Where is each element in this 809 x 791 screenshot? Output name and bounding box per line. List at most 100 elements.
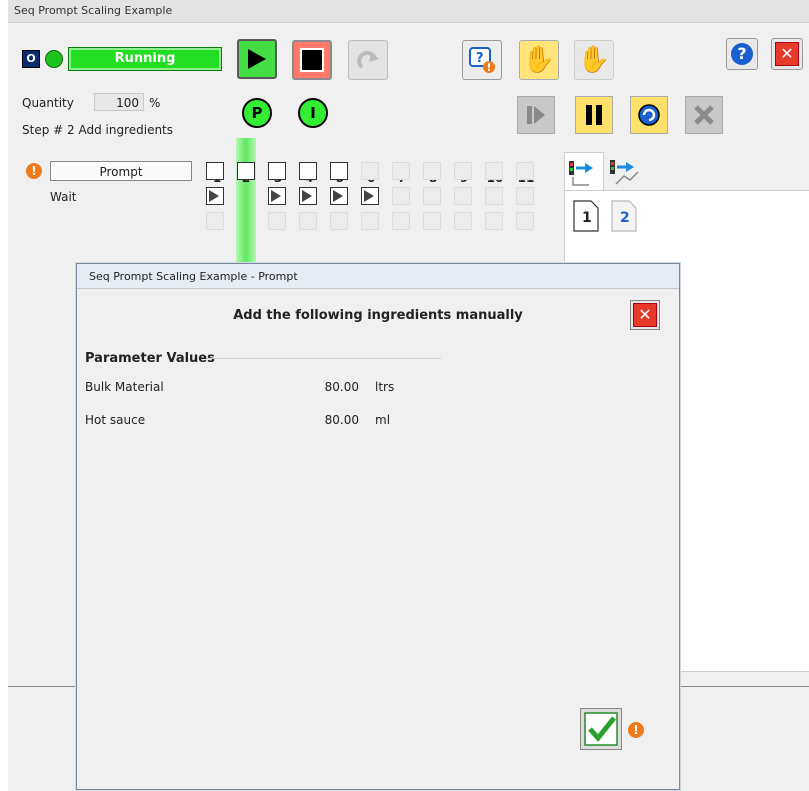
param-unit: ml bbox=[375, 413, 391, 427]
transition-cell[interactable] bbox=[361, 187, 379, 205]
section-divider bbox=[207, 358, 441, 359]
param-row: Hot sauce 80.00 ml bbox=[85, 413, 445, 431]
section-header: Parameter Values bbox=[85, 351, 215, 366]
stop-button[interactable] bbox=[292, 40, 332, 80]
page-2-label: 2 bbox=[620, 210, 630, 226]
prompt-dialog: Seq Prompt Scaling Example - Prompt Add … bbox=[76, 263, 680, 790]
window-close-button[interactable]: ✕ bbox=[771, 38, 803, 70]
stop-icon bbox=[300, 48, 324, 72]
hand-icon: ✋ bbox=[522, 45, 556, 75]
close-icon: ✕ bbox=[775, 42, 799, 66]
resume-button[interactable] bbox=[630, 96, 668, 134]
transition-icon bbox=[302, 190, 312, 202]
confirm-button[interactable] bbox=[580, 708, 622, 750]
step-cell[interactable] bbox=[206, 162, 224, 180]
dialog-title-bar: Seq Prompt Scaling Example - Prompt bbox=[77, 264, 679, 289]
status-dot bbox=[45, 50, 63, 68]
abort-icon bbox=[694, 105, 714, 125]
redo-icon bbox=[357, 51, 379, 69]
page-1-label: 1 bbox=[582, 210, 592, 226]
pause-icon bbox=[586, 105, 602, 125]
transition-cell[interactable] bbox=[268, 187, 286, 205]
step-cell bbox=[423, 212, 441, 230]
help-icon: ? bbox=[731, 43, 753, 65]
transition-icon bbox=[209, 190, 219, 202]
transition-cell[interactable] bbox=[330, 187, 348, 205]
step-cell bbox=[454, 187, 472, 205]
quantity-label: Quantity bbox=[22, 96, 74, 110]
pause-button[interactable] bbox=[575, 96, 613, 134]
abort-button[interactable] bbox=[685, 96, 723, 134]
prompt-help-button[interactable]: ? bbox=[462, 40, 502, 80]
step-cell bbox=[423, 162, 441, 180]
step-forward-icon bbox=[527, 106, 545, 124]
window-title: Seq Prompt Scaling Example bbox=[14, 4, 173, 17]
help-bubble-icon: ? bbox=[469, 47, 495, 73]
step-cell bbox=[237, 187, 255, 205]
prompt-button[interactable]: Prompt bbox=[50, 161, 192, 181]
step-cell[interactable] bbox=[299, 162, 317, 180]
release-button[interactable]: ✋ bbox=[574, 40, 614, 80]
refresh-icon bbox=[638, 104, 660, 126]
step-cell bbox=[454, 162, 472, 180]
step-cell bbox=[516, 162, 534, 180]
help-button[interactable]: ? bbox=[726, 38, 758, 70]
step-forward-button[interactable] bbox=[517, 96, 555, 134]
i-indicator: I bbox=[298, 98, 328, 128]
step-cell bbox=[299, 212, 317, 230]
tab-steps[interactable] bbox=[564, 152, 604, 191]
reset-button[interactable] bbox=[348, 40, 388, 80]
step-cell bbox=[361, 212, 379, 230]
step-cell bbox=[268, 212, 286, 230]
step-cell bbox=[454, 212, 472, 230]
step-cell[interactable] bbox=[268, 162, 286, 180]
param-name: Hot sauce bbox=[85, 413, 146, 427]
transition-cell[interactable] bbox=[299, 187, 317, 205]
trend-arrow-icon bbox=[610, 160, 639, 185]
quantity-value: 100 bbox=[94, 93, 144, 111]
mode-badge: O bbox=[22, 50, 40, 68]
step-arrow-icon bbox=[569, 161, 593, 186]
p-indicator: P bbox=[242, 98, 272, 128]
hand-disabled-icon: ✋ bbox=[577, 45, 611, 75]
page-1-button[interactable]: 1 bbox=[573, 200, 599, 232]
play-icon bbox=[248, 49, 266, 69]
step-cell bbox=[485, 187, 503, 205]
svg-text:?: ? bbox=[476, 51, 484, 66]
step-cell bbox=[330, 212, 348, 230]
step-cell bbox=[485, 212, 503, 230]
dialog-close-button[interactable]: ✕ bbox=[630, 300, 660, 330]
dialog-title: Seq Prompt Scaling Example - Prompt bbox=[89, 270, 298, 283]
transition-cell[interactable] bbox=[206, 187, 224, 205]
transition-icon bbox=[271, 190, 281, 202]
wait-label: Wait bbox=[50, 190, 77, 204]
step-cell bbox=[392, 162, 410, 180]
warning-icon: ! bbox=[26, 163, 42, 179]
dialog-heading: Add the following ingredients manually bbox=[233, 308, 523, 323]
param-value: 80.00 bbox=[324, 380, 359, 394]
transition-icon bbox=[364, 190, 374, 202]
hold-button[interactable]: ✋ bbox=[519, 40, 559, 80]
checkmark-icon bbox=[584, 712, 618, 746]
close-icon: ✕ bbox=[633, 303, 657, 327]
param-row: Bulk Material 80.00 ltrs bbox=[85, 380, 445, 398]
page-2-button[interactable]: 2 bbox=[611, 200, 637, 232]
running-status: Running bbox=[68, 47, 222, 71]
quantity-unit: % bbox=[149, 96, 161, 110]
step-cell bbox=[361, 162, 379, 180]
param-value: 80.00 bbox=[324, 413, 359, 427]
step-cell bbox=[392, 187, 410, 205]
param-unit: ltrs bbox=[375, 380, 395, 394]
tab-trend[interactable] bbox=[606, 152, 644, 190]
step-cell bbox=[392, 212, 410, 230]
warning-icon: ! bbox=[628, 722, 644, 738]
param-name: Bulk Material bbox=[85, 380, 164, 394]
step-cell bbox=[206, 212, 224, 230]
step-cell[interactable] bbox=[330, 162, 348, 180]
step-text: Step # 2 Add ingredients bbox=[22, 123, 174, 137]
transition-icon bbox=[333, 190, 343, 202]
step-cell[interactable] bbox=[237, 162, 255, 180]
step-cell bbox=[485, 162, 503, 180]
title-bar: Seq Prompt Scaling Example bbox=[8, 0, 809, 23]
play-button[interactable] bbox=[237, 39, 277, 79]
